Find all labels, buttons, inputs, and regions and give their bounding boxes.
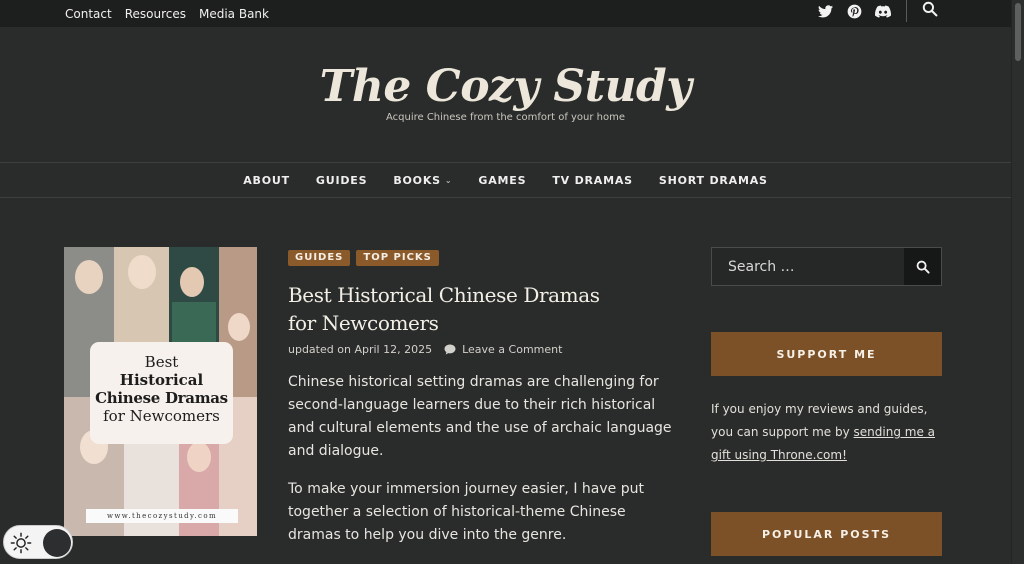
site-title[interactable]: The Cozy Study (0, 61, 1011, 112)
top-bar: Contact Resources Media Bank (0, 0, 1011, 27)
toggle-knob (43, 529, 71, 557)
search-input[interactable] (712, 248, 904, 285)
search-submit-button[interactable] (904, 248, 941, 285)
thumbnail-line-2: Historical (119, 371, 204, 389)
category-tag-guides[interactable]: GUIDES (288, 250, 351, 266)
comment-icon (444, 344, 456, 355)
thumbnail-url: www.thecozystudy.com (86, 509, 238, 523)
top-links: Contact Resources Media Bank (65, 0, 269, 27)
nav-item-guides[interactable]: GUIDES (316, 174, 367, 187)
topbar-divider (906, 0, 907, 22)
discord-icon[interactable] (875, 3, 891, 19)
post-date: updated on April 12, 2025 (288, 343, 432, 356)
post-meta: updated on April 12, 2025 Leave a Commen… (288, 343, 562, 356)
post-excerpt-paragraph-1: Chinese historical setting dramas are ch… (288, 374, 672, 459)
nav-item-tv-dramas[interactable]: TV DRAMAS (552, 174, 633, 187)
nav-item-games[interactable]: GAMES (478, 174, 526, 187)
post-excerpt-paragraph-2: To make your immersion journey easier, I… (288, 481, 644, 543)
post-date-value[interactable]: April 12, 2025 (354, 343, 432, 356)
nav-label-short-dramas: SHORT DRAMAS (658, 173, 768, 187)
site-header: The Cozy Study Acquire Chinese from the … (0, 27, 1011, 162)
sidebar-search (711, 247, 942, 286)
thumbnail-line-3: Chinese Dramas (95, 389, 228, 407)
nav-label-tv-dramas: TV DRAMAS (552, 173, 633, 187)
social-links (817, 0, 891, 22)
leave-comment-link[interactable]: Leave a Comment (462, 343, 562, 356)
sun-icon (9, 531, 33, 555)
nav-item-about[interactable]: ABOUT (243, 174, 290, 187)
nav-label-games: GAMES (478, 173, 527, 187)
pinterest-icon[interactable] (846, 3, 862, 19)
popular-posts-heading: POPULAR POSTS (711, 512, 942, 556)
nav-label-about: ABOUT (243, 173, 290, 187)
main-nav: ABOUT GUIDES BOOKS ⌄ GAMES TV DRAMAS SHOR… (0, 162, 1011, 198)
post-categories: GUIDES TOP PICKS (288, 250, 439, 266)
thumbnail-line-4: for Newcomers (103, 407, 220, 425)
support-me-heading: SUPPORT ME (711, 332, 942, 376)
chevron-down-icon: ⌄ (444, 175, 453, 185)
dark-mode-toggle[interactable] (3, 525, 73, 559)
thumbnail-line-1: Best (144, 353, 179, 371)
thumbnail-title-card: Best Historical Chinese Dramas for Newco… (90, 342, 233, 444)
post-title[interactable]: Best Historical Chinese Dramas for Newco… (288, 281, 628, 337)
twitter-icon[interactable] (817, 3, 833, 19)
category-tag-top-picks[interactable]: TOP PICKS (356, 250, 439, 266)
site-tagline: Acquire Chinese from the comfort of your… (385, 112, 626, 123)
post-thumbnail[interactable]: Best Historical Chinese Dramas for Newco… (64, 247, 257, 536)
top-link-contact[interactable]: Contact (65, 7, 112, 21)
page-scrollbar[interactable] (1011, 0, 1024, 564)
search-icon (916, 260, 930, 274)
updated-prefix: updated on (288, 343, 351, 356)
support-text: If you enjoy my reviews and guides, you … (711, 398, 946, 467)
search-icon[interactable] (922, 1, 940, 19)
nav-item-books[interactable]: BOOKS ⌄ (393, 174, 452, 187)
nav-label-books: BOOKS (393, 173, 441, 187)
scrollbar-thumb[interactable] (1015, 3, 1021, 61)
nav-item-short-dramas[interactable]: SHORT DRAMAS (659, 174, 768, 187)
top-link-resources[interactable]: Resources (125, 7, 186, 21)
nav-label-guides: GUIDES (315, 173, 368, 187)
top-link-media-bank[interactable]: Media Bank (199, 7, 269, 21)
